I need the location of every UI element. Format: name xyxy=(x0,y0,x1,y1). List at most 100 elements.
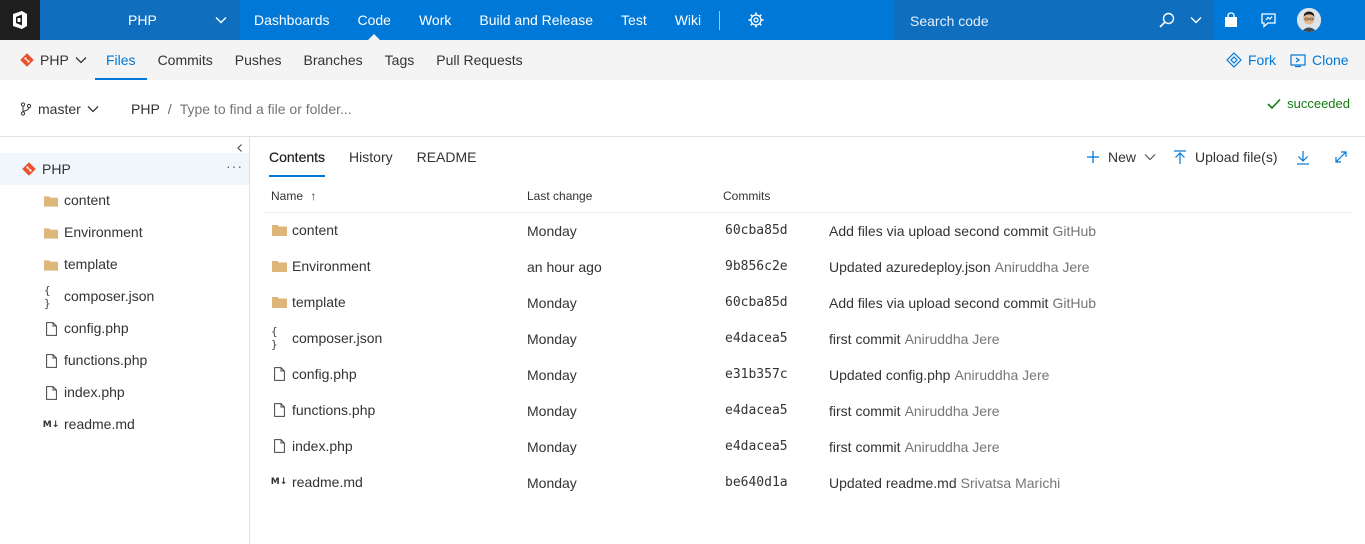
content-tab-history[interactable]: History xyxy=(349,137,393,177)
commit-id-link[interactable]: 60cba85d xyxy=(725,295,788,310)
download-icon[interactable] xyxy=(1296,150,1310,165)
commit-message[interactable]: Updated config.php Aniruddha Jere xyxy=(829,367,1049,383)
content-tab-label: README xyxy=(416,149,477,165)
commit-message[interactable]: first commit Aniruddha Jere xyxy=(829,331,1000,347)
breadcrumb-separator: / xyxy=(167,101,172,117)
table-row[interactable]: Environment an hour ago 9b856c2e Updated az… xyxy=(263,249,1353,285)
hub-tab-wiki[interactable]: Wiki xyxy=(661,0,715,40)
project-selector[interactable]: PHP xyxy=(40,0,240,40)
commit-message-text: first commit xyxy=(829,403,901,419)
marketplace-bag-icon[interactable] xyxy=(1223,12,1239,28)
tab-commits[interactable]: Commits xyxy=(147,40,224,80)
row-icon: M↓ xyxy=(271,475,288,489)
table-row[interactable]: content Monday 60cba85d Add files via uploa… xyxy=(263,213,1353,249)
file-name-link[interactable]: functions.php xyxy=(292,402,375,418)
fullscreen-icon[interactable] xyxy=(1334,150,1348,164)
file-name-link[interactable]: content xyxy=(292,222,338,238)
row-icon xyxy=(271,367,287,381)
fork-icon xyxy=(1226,52,1242,68)
search-icon[interactable] xyxy=(1159,12,1175,28)
breadcrumb-root[interactable]: PHP xyxy=(131,101,160,117)
hub-tab-test[interactable]: Test xyxy=(607,0,661,40)
file-name-link[interactable]: Environment xyxy=(292,258,371,274)
clone-button[interactable]: Clone xyxy=(1290,52,1349,68)
breadcrumb: PHP / Type to find a file or folder... xyxy=(131,101,352,117)
fork-button[interactable]: Fork xyxy=(1226,52,1276,68)
tree-item[interactable]: { } composer.json xyxy=(0,281,249,313)
commit-id-link[interactable]: 9b856c2e xyxy=(725,259,788,274)
tree-item[interactable]: M↓ readme.md xyxy=(0,409,249,441)
hub-tab-build-and-release[interactable]: Build and Release xyxy=(465,0,607,40)
branch-name: master xyxy=(38,101,81,117)
collapse-pane-icon[interactable] xyxy=(235,143,245,153)
file-name-link[interactable]: template xyxy=(292,294,346,310)
branch-selector[interactable]: master xyxy=(20,101,99,117)
commit-id-link[interactable]: e4dacea5 xyxy=(725,403,788,418)
tree-item[interactable]: content xyxy=(0,185,249,217)
folder-icon xyxy=(44,196,58,207)
tree-item-icon xyxy=(44,258,58,272)
repo-selector[interactable]: PHP xyxy=(20,52,87,68)
upload-files-button[interactable]: Upload file(s) xyxy=(1173,149,1277,165)
table-row[interactable]: { } composer.json Monday e4dacea5 first comm… xyxy=(263,321,1353,357)
commit-id-link[interactable]: 60cba85d xyxy=(725,223,788,238)
content-tab-readme[interactable]: README xyxy=(417,137,477,177)
commit-id-link[interactable]: e4dacea5 xyxy=(725,331,788,346)
tree-item-label: composer.json xyxy=(64,288,155,304)
content-tab-contents[interactable]: Contents xyxy=(269,137,326,177)
search-box[interactable]: Search code xyxy=(894,0,1214,40)
file-name-link[interactable]: config.php xyxy=(292,366,357,382)
file-name-link[interactable]: readme.md xyxy=(292,474,363,490)
file-name-link[interactable]: composer.json xyxy=(292,330,382,346)
tree-item[interactable]: functions.php xyxy=(0,345,249,377)
tree-item[interactable]: index.php xyxy=(0,377,249,409)
file-name-link[interactable]: index.php xyxy=(292,438,353,454)
tree-item[interactable]: template xyxy=(0,249,249,281)
column-commits[interactable]: Commits xyxy=(723,189,770,203)
gear-icon[interactable] xyxy=(748,12,764,28)
user-avatar[interactable] xyxy=(1297,8,1321,32)
tree-item-icon xyxy=(44,226,58,240)
commit-id-link[interactable]: be640d1a xyxy=(725,475,788,490)
column-last-change[interactable]: Last change xyxy=(527,189,592,203)
commit-message[interactable]: Add files via upload second commit GitHub xyxy=(829,223,1096,239)
tab-pushes[interactable]: Pushes xyxy=(224,40,293,80)
commit-message[interactable]: first commit Aniruddha Jere xyxy=(829,439,1000,455)
search-scope-chevron-icon[interactable] xyxy=(1190,15,1202,25)
commit-id-link[interactable]: e4dacea5 xyxy=(725,439,788,454)
search-input[interactable]: Search code xyxy=(910,13,989,29)
hub-tab-code[interactable]: Code xyxy=(344,0,405,40)
commit-message[interactable]: Updated azuredeploy.json Aniruddha Jere xyxy=(829,259,1090,275)
commit-id-link[interactable]: e31b357c xyxy=(725,367,788,382)
tree-root-item[interactable]: PHP ··· xyxy=(0,153,249,185)
hub-tab-dashboards[interactable]: Dashboards xyxy=(240,0,344,40)
commit-author: GitHub xyxy=(1052,223,1097,239)
file-icon xyxy=(45,386,57,400)
chevron-down-icon xyxy=(87,106,99,113)
file-filter-input[interactable]: Type to find a file or folder... xyxy=(180,101,352,117)
row-icon xyxy=(271,223,287,237)
commit-message[interactable]: Add files via upload second commit GitHub xyxy=(829,295,1096,311)
hub-tab-work[interactable]: Work xyxy=(405,0,465,40)
build-status[interactable]: succeeded xyxy=(1267,96,1350,111)
tab-branches[interactable]: Branches xyxy=(293,40,374,80)
tab-pull-requests[interactable]: Pull Requests xyxy=(425,40,533,80)
json-file-icon: { } xyxy=(44,284,52,310)
vsts-logo[interactable] xyxy=(0,0,40,40)
table-row[interactable]: template Monday 60cba85d Add files via uplo… xyxy=(263,285,1353,321)
new-button[interactable]: New xyxy=(1086,149,1156,165)
commit-message[interactable]: Updated readme.md Srivatsa Marichi xyxy=(829,475,1060,491)
commit-message[interactable]: first commit Aniruddha Jere xyxy=(829,403,1000,419)
tree-item[interactable]: config.php xyxy=(0,313,249,345)
table-row[interactable]: functions.php Monday e4dacea5 first commit A… xyxy=(263,393,1353,429)
feedback-icon[interactable] xyxy=(1260,12,1277,28)
chevron-down-icon xyxy=(215,17,227,24)
table-row[interactable]: config.php Monday e31b357c Updated config.p… xyxy=(263,357,1353,393)
more-actions-icon[interactable]: ··· xyxy=(226,158,243,174)
tree-item[interactable]: Environment xyxy=(0,217,249,249)
tab-files[interactable]: Files xyxy=(95,40,147,80)
column-name[interactable]: Name ↑ xyxy=(271,189,316,203)
table-row[interactable]: M↓ readme.md Monday be640d1a Updated readme.… xyxy=(263,465,1353,501)
tab-tags[interactable]: Tags xyxy=(374,40,426,80)
table-row[interactable]: index.php Monday e4dacea5 first commit Aniru… xyxy=(263,429,1353,465)
